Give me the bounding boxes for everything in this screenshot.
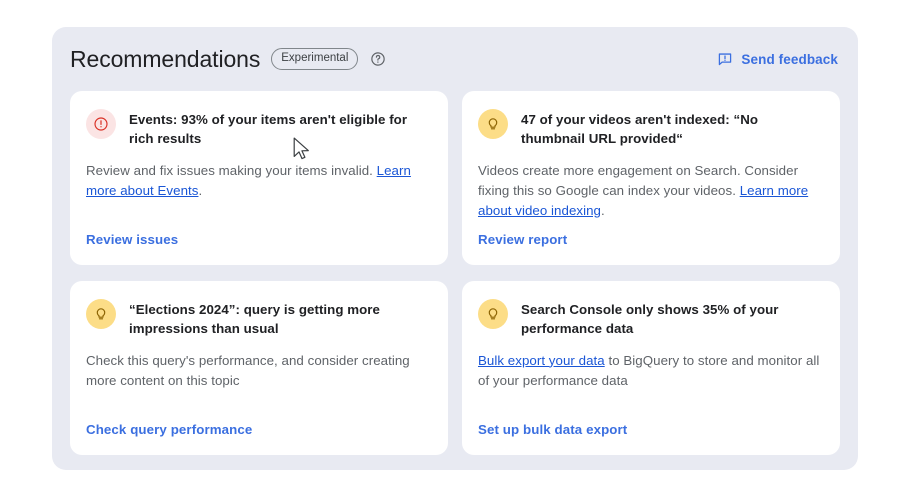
card-inline-link[interactable]: Bulk export your data	[478, 353, 605, 368]
card-body: Check this query's performance, and cons…	[86, 351, 428, 391]
card-title: Search Console only shows 35% of your pe…	[521, 302, 779, 337]
card-header: 47 of your videos aren't indexed: “No th…	[478, 109, 820, 149]
help-circle-icon[interactable]	[370, 51, 386, 67]
card-body: Review and fix issues making your items …	[86, 161, 428, 201]
send-feedback-button[interactable]: Send feedback	[717, 51, 838, 67]
card-action-link[interactable]: Set up bulk data export	[478, 422, 820, 439]
card-action-link[interactable]: Check query performance	[86, 422, 428, 439]
lightbulb-icon	[86, 299, 116, 329]
lightbulb-icon	[478, 109, 508, 139]
recommendation-card-grid: Events: 93% of your items aren't eligibl…	[70, 91, 840, 455]
recommendation-card[interactable]: Events: 93% of your items aren't eligibl…	[70, 91, 448, 265]
card-body: Videos create more engagement on Search.…	[478, 161, 820, 222]
card-action-link[interactable]: Review report	[478, 232, 820, 249]
card-body-text-tail: .	[198, 182, 203, 198]
card-title: “Elections 2024”: query is getting more …	[129, 302, 380, 337]
panel-header: Recommendations Experimental Send feedba…	[52, 27, 858, 91]
error-circle-icon	[86, 109, 116, 139]
experimental-badge: Experimental	[271, 48, 359, 70]
card-body-text: Check this query's performance, and cons…	[86, 352, 410, 388]
card-body-text: Review and fix issues making your items …	[86, 162, 377, 178]
recommendation-card[interactable]: “Elections 2024”: query is getting more …	[70, 281, 448, 455]
feedback-icon	[717, 51, 733, 67]
card-title: Events: 93% of your items aren't eligibl…	[129, 112, 408, 147]
card-header: Events: 93% of your items aren't eligibl…	[86, 109, 428, 149]
card-header: “Elections 2024”: query is getting more …	[86, 299, 428, 339]
card-action-link[interactable]: Review issues	[86, 232, 428, 249]
card-body-text-tail: .	[600, 202, 605, 218]
panel-title-group: Recommendations Experimental	[70, 45, 386, 72]
card-body: Bulk export your data to BigQuery to sto…	[478, 351, 820, 391]
card-header: Search Console only shows 35% of your pe…	[478, 299, 820, 339]
page-title: Recommendations	[70, 45, 261, 72]
recommendations-panel: Recommendations Experimental Send feedba…	[52, 27, 858, 470]
send-feedback-label: Send feedback	[741, 51, 838, 67]
recommendation-card[interactable]: Search Console only shows 35% of your pe…	[462, 281, 840, 455]
lightbulb-icon	[478, 299, 508, 329]
card-title: 47 of your videos aren't indexed: “No th…	[521, 112, 759, 147]
recommendation-card[interactable]: 47 of your videos aren't indexed: “No th…	[462, 91, 840, 265]
